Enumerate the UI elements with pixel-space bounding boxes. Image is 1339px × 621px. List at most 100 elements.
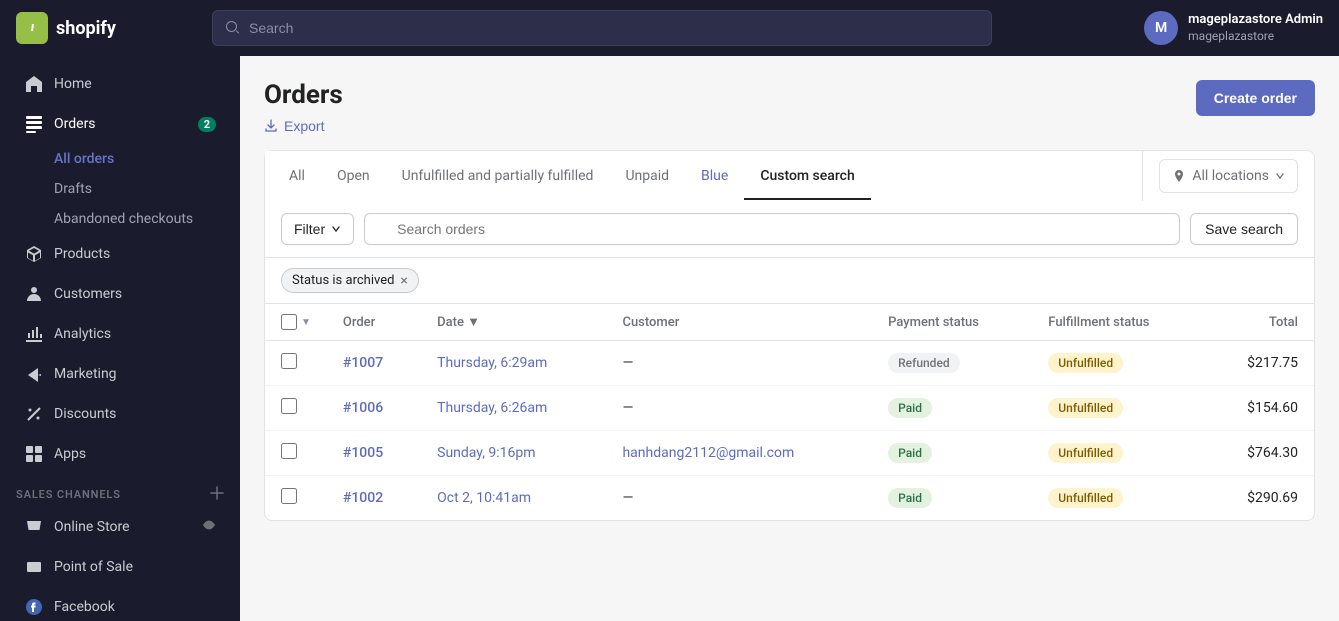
order-link[interactable]: #1007 bbox=[343, 355, 383, 371]
logo-text: shopify bbox=[56, 18, 116, 39]
search-orders-wrap bbox=[364, 213, 1180, 245]
tab-open[interactable]: Open bbox=[321, 154, 386, 200]
row-checkbox-cell bbox=[265, 341, 327, 386]
filter-tag-label: Status is archived bbox=[292, 273, 394, 288]
order-link[interactable]: #1006 bbox=[343, 400, 383, 416]
tab-blue[interactable]: Blue bbox=[685, 154, 744, 200]
table-row: #1007 Thursday, 6:29am — Refunded Unfulf… bbox=[265, 341, 1314, 386]
add-channel-icon[interactable] bbox=[210, 486, 224, 503]
row-payment-status: Paid bbox=[872, 431, 1032, 476]
sales-channels-label: SALES CHANNELS bbox=[16, 488, 121, 501]
page-header-left: Orders Export bbox=[264, 80, 343, 134]
fulfillment-status-badge: Unfulfilled bbox=[1048, 398, 1123, 418]
table-row: #1002 Oct 2, 10:41am — Paid Unfulfilled … bbox=[265, 476, 1314, 521]
sidebar-item-analytics-label: Analytics bbox=[54, 326, 111, 342]
row-order: #1007 bbox=[327, 341, 421, 386]
sidebar-item-customers-label: Customers bbox=[54, 286, 122, 302]
row-checkbox[interactable] bbox=[281, 353, 297, 369]
analytics-icon bbox=[24, 324, 44, 344]
eye-icon[interactable] bbox=[202, 518, 216, 536]
sidebar-item-orders[interactable]: Orders 2 bbox=[8, 105, 232, 143]
search-orders-input[interactable] bbox=[364, 213, 1180, 245]
th-date[interactable]: Date ▼ bbox=[421, 304, 606, 341]
sidebar-item-customers[interactable]: Customers bbox=[8, 275, 232, 313]
top-bar: shopify M mageplazastore Admin mageplaza… bbox=[0, 0, 1339, 56]
search-bar[interactable] bbox=[212, 10, 992, 46]
row-checkbox[interactable] bbox=[281, 443, 297, 459]
home-icon bbox=[24, 74, 44, 94]
table-header-row: ▼ Order Date ▼ Customer Payment status F… bbox=[265, 304, 1314, 341]
global-search-input[interactable] bbox=[249, 20, 979, 36]
sidebar-sub-all-orders[interactable]: All orders bbox=[8, 145, 232, 173]
user-name: mageplazastore Admin bbox=[1188, 12, 1323, 29]
row-order: #1002 bbox=[327, 476, 421, 521]
row-payment-status: Paid bbox=[872, 476, 1032, 521]
th-fulfillment-status: Fulfillment status bbox=[1032, 304, 1206, 341]
row-checkbox[interactable] bbox=[281, 398, 297, 414]
filter-tag-remove[interactable]: × bbox=[400, 274, 407, 288]
tab-unfulfilled[interactable]: Unfulfilled and partially fulfilled bbox=[386, 154, 610, 200]
th-checkbox: ▼ bbox=[265, 304, 327, 341]
sidebar-sub-abandoned-checkouts[interactable]: Abandoned checkouts bbox=[8, 205, 232, 233]
shopify-logo-icon bbox=[16, 12, 48, 44]
user-info: mageplazastore Admin mageplazastore bbox=[1188, 12, 1323, 44]
location-icon bbox=[1172, 169, 1186, 183]
tab-unpaid[interactable]: Unpaid bbox=[609, 154, 685, 200]
export-label: Export bbox=[284, 118, 324, 134]
checkbox-dropdown-arrow[interactable]: ▼ bbox=[301, 317, 311, 328]
orders-icon bbox=[24, 114, 44, 134]
sidebar-item-home[interactable]: Home bbox=[8, 65, 232, 103]
table-row: #1006 Thursday, 6:26am — Paid Unfulfille… bbox=[265, 386, 1314, 431]
row-fulfillment-status: Unfulfilled bbox=[1032, 341, 1206, 386]
facebook-label: Facebook bbox=[54, 599, 115, 615]
th-payment-status: Payment status bbox=[872, 304, 1032, 341]
filter-dropdown-icon bbox=[331, 224, 341, 234]
table-container: Filter Save search Status is archived bbox=[264, 201, 1315, 521]
filter-button[interactable]: Filter bbox=[281, 213, 354, 245]
order-link[interactable]: #1002 bbox=[343, 490, 383, 506]
filter-bar: Filter Save search bbox=[265, 201, 1314, 258]
th-customer: Customer bbox=[606, 304, 872, 341]
row-order: #1006 bbox=[327, 386, 421, 431]
row-checkbox[interactable] bbox=[281, 488, 297, 504]
page-title: Orders bbox=[264, 80, 343, 110]
row-date: Sunday, 9:16pm bbox=[421, 431, 606, 476]
fulfillment-status-badge: Unfulfilled bbox=[1048, 353, 1123, 373]
sidebar: Home Orders 2 All orders Drafts Abandone… bbox=[0, 56, 240, 621]
sidebar-item-marketing-label: Marketing bbox=[54, 366, 117, 382]
search-icon bbox=[225, 20, 241, 36]
point-of-sale-icon bbox=[24, 557, 44, 577]
row-total: $217.75 bbox=[1206, 341, 1314, 386]
save-search-label: Save search bbox=[1205, 221, 1283, 237]
tab-custom-search[interactable]: Custom search bbox=[744, 154, 870, 200]
sidebar-item-discounts[interactable]: Discounts bbox=[8, 395, 232, 433]
row-checkbox-cell bbox=[265, 386, 327, 431]
orders-table: ▼ Order Date ▼ Customer Payment status F… bbox=[265, 304, 1314, 520]
sidebar-item-products[interactable]: Products bbox=[8, 235, 232, 273]
sidebar-item-apps[interactable]: Apps bbox=[8, 435, 232, 473]
tab-all[interactable]: All bbox=[273, 154, 321, 200]
create-order-button[interactable]: Create order bbox=[1196, 80, 1315, 116]
all-orders-label: All orders bbox=[54, 151, 114, 167]
page-header: Orders Export Create order bbox=[264, 80, 1315, 134]
save-search-button[interactable]: Save search bbox=[1190, 213, 1298, 245]
export-icon bbox=[264, 119, 278, 133]
location-filter[interactable]: All locations bbox=[1159, 159, 1298, 193]
create-order-label: Create order bbox=[1214, 90, 1297, 106]
sidebar-item-facebook[interactable]: Facebook bbox=[8, 588, 232, 621]
sidebar-item-online-store[interactable]: Online Store bbox=[8, 508, 232, 546]
main-content: Orders Export Create order All Open Unfu… bbox=[240, 56, 1339, 621]
select-all-checkbox[interactable] bbox=[281, 314, 297, 330]
row-fulfillment-status: Unfulfilled bbox=[1032, 476, 1206, 521]
user-store: mageplazastore bbox=[1188, 29, 1323, 45]
order-link[interactable]: #1005 bbox=[343, 445, 383, 461]
location-filter-label: All locations bbox=[1192, 168, 1269, 184]
sidebar-sub-drafts[interactable]: Drafts bbox=[8, 175, 232, 203]
sidebar-item-discounts-label: Discounts bbox=[54, 406, 116, 422]
sidebar-item-marketing[interactable]: Marketing bbox=[8, 355, 232, 393]
filter-tag-archived: Status is archived × bbox=[281, 268, 419, 293]
sidebar-item-analytics[interactable]: Analytics bbox=[8, 315, 232, 353]
sidebar-item-point-of-sale[interactable]: Point of Sale bbox=[8, 548, 232, 586]
row-payment-status: Paid bbox=[872, 386, 1032, 431]
export-button[interactable]: Export bbox=[264, 118, 324, 134]
